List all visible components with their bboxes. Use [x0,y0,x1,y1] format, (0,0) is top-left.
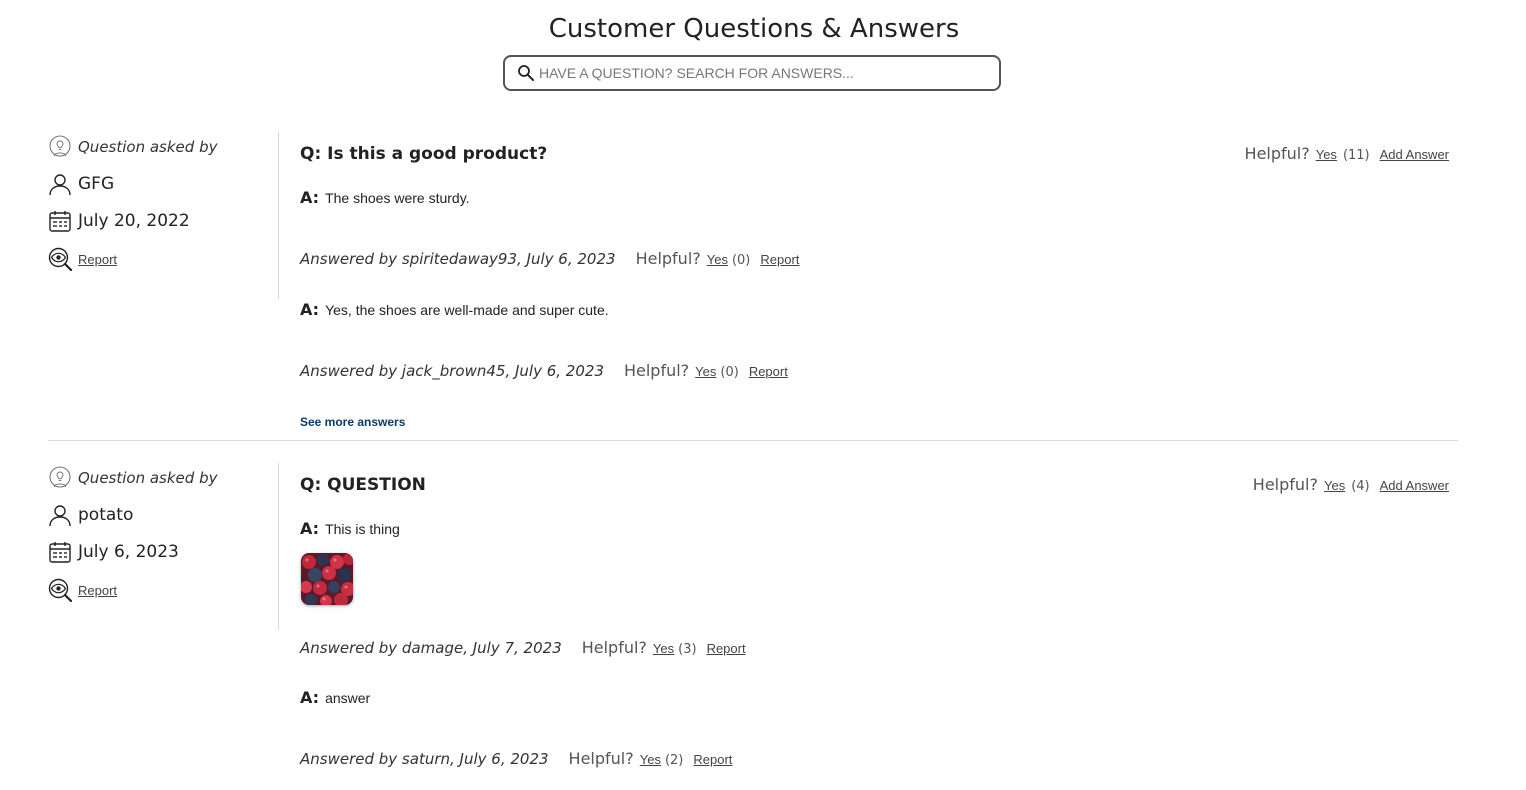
helpful-yes-link[interactable]: Yes [695,364,716,379]
report-answer-link[interactable]: Report [693,752,732,767]
answer: A: answer [300,688,370,707]
asked-by-label: Question asked by [78,138,218,156]
question-divider [48,440,1458,441]
question-date: July 6, 2023 [78,542,179,562]
helpful-yes-link[interactable]: Yes [640,752,661,767]
asked-by-label: Question asked by [78,469,218,487]
answer-prefix: A: [300,519,320,538]
helpful-yes-link[interactable]: Yes [707,252,728,267]
question-block: Question asked by potato July 6, 2023 Re… [0,463,1526,783]
calendar-icon [48,540,72,564]
asker-row: GFG [48,172,114,196]
helpful-count: (4) [1351,479,1370,494]
berries-image [301,553,353,605]
answer-prefix: A: [300,300,320,319]
report-row: Report [48,247,117,271]
report-answer-link[interactable]: Report [760,252,799,267]
question-block: Question asked by GFG July 20, 2022 Repo… [0,132,1526,432]
answer-prefix: A: [300,188,320,207]
answer: A: Yes, the shoes are well-made and supe… [300,300,609,319]
user-icon [48,503,72,527]
add-answer-link[interactable]: Add Answer [1380,478,1449,493]
report-question-link[interactable]: Report [78,583,117,598]
asked-by-row: Question asked by [48,466,217,490]
eye-magnifier-icon [48,578,72,602]
answer-meta: Answered by damage, July 7, 2023 Helpful… [300,638,746,657]
question-title: Q: QUESTION [300,475,426,495]
report-row: Report [48,578,117,602]
helpful-yes-link[interactable]: Yes [1324,478,1345,493]
helpful-count: (0) [731,253,751,268]
date-row: July 20, 2022 [48,209,190,233]
helpful-count: (0) [720,365,739,380]
answer-body: This is thing [325,521,400,537]
answer-body: answer [325,690,371,706]
answer-body: The shoes were sturdy. [325,190,470,206]
answer: A: The shoes were sturdy. [300,188,470,207]
asker-row: potato [48,503,133,527]
question-helpful: Helpful? Yes (11) Add Answer [1245,144,1449,163]
answer-meta: Answered by jack_brown45, July 6, 2023 H… [300,361,788,380]
helpful-yes-link[interactable]: Yes [1316,147,1337,162]
answered-by: Answered by spiritedaway93, July 6, 2023 [300,250,616,268]
answer-photo-thumbnail[interactable] [301,553,353,605]
search-icon [517,64,535,82]
add-answer-link[interactable]: Add Answer [1380,147,1449,162]
asker-name: potato [78,505,134,525]
date-row: July 6, 2023 [48,540,179,564]
page-title: Customer Questions & Answers [548,14,960,44]
helpful-label: Helpful? [568,749,634,768]
question-title: Q: Is this a good product? [300,144,548,164]
helpful-count: (11) [1342,148,1370,163]
user-icon [48,172,72,196]
calendar-icon [48,209,72,233]
question-meta: Question asked by potato July 6, 2023 Re… [48,463,279,630]
lightbulb-head-icon [48,466,72,490]
answer-meta: Answered by spiritedaway93, July 6, 2023… [300,249,799,268]
helpful-label: Helpful? [623,361,690,380]
eye-magnifier-icon [48,247,72,271]
helpful-label: Helpful? [1244,144,1310,163]
helpful-label: Helpful? [1252,475,1318,494]
see-more-answers-link[interactable]: See more answers [300,415,405,429]
asked-by-row: Question asked by [48,135,217,159]
question-helpful: Helpful? Yes (4) Add Answer [1253,475,1449,494]
answer-body: Yes, the shoes are well-made and super c… [325,302,609,318]
report-question-link[interactable]: Report [78,252,117,267]
asker-name: GFG [78,174,115,194]
helpful-count: (3) [678,642,697,657]
answer-prefix: A: [300,688,320,707]
answered-by: Answered by jack_brown45, July 6, 2023 [300,362,604,380]
question-date: July 20, 2022 [78,211,190,231]
helpful-yes-link[interactable]: Yes [653,641,674,656]
search-box[interactable] [503,55,1001,91]
report-answer-link[interactable]: Report [707,641,746,656]
helpful-label: Helpful? [635,249,701,268]
report-answer-link[interactable]: Report [749,364,788,379]
lightbulb-head-icon [48,135,72,159]
answered-by: Answered by damage, July 7, 2023 [300,639,562,657]
answer: A: This is thing [300,519,400,538]
helpful-count: (2) [664,753,684,768]
helpful-label: Helpful? [581,638,647,657]
answer-meta: Answered by saturn, July 6, 2023 Helpful… [300,749,732,768]
question-meta: Question asked by GFG July 20, 2022 Repo… [48,132,279,299]
answered-by: Answered by saturn, July 6, 2023 [300,750,549,768]
search-input[interactable] [539,59,999,87]
